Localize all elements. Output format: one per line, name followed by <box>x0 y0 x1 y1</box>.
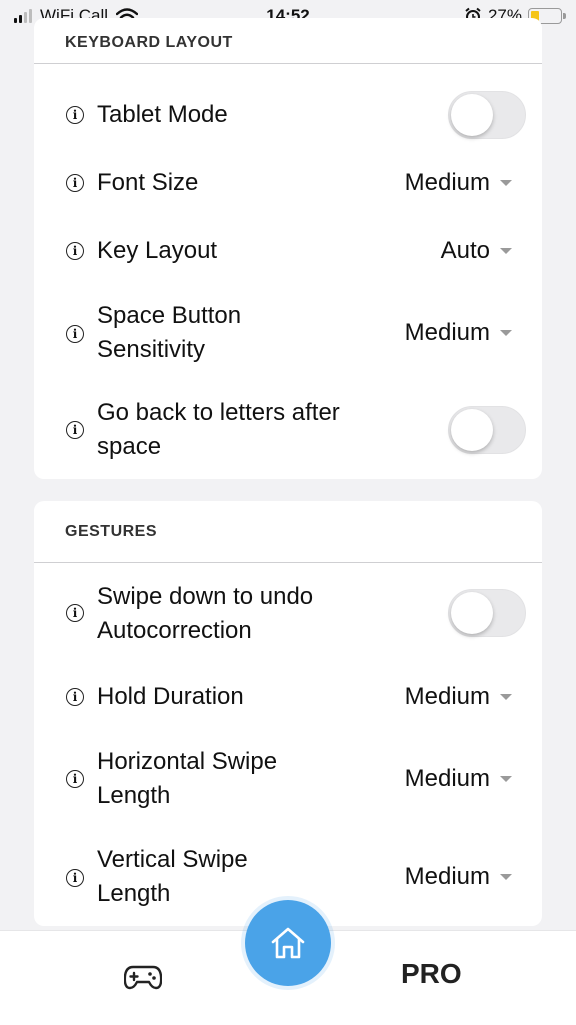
home-button[interactable] <box>245 900 331 986</box>
key-layout-select[interactable]: Auto <box>441 234 512 268</box>
back-to-letters-label: Go back to letters after space <box>97 396 340 464</box>
horizontal-swipe-label: Horizontal Swipe Length <box>97 745 277 813</box>
swipe-undo-label: Swipe down to undo Autocorrection <box>97 580 313 648</box>
chevron-down-icon <box>500 776 512 782</box>
info-icon[interactable]: i <box>66 174 84 192</box>
pro-tab[interactable]: PRO <box>401 958 462 990</box>
swipe-undo-label-line2: Autocorrection <box>97 617 252 644</box>
back-to-letters-row: i Go back to letters after space <box>34 382 542 479</box>
keyboard-layout-card: KEYBOARD LAYOUT i Tablet Mode i Font Siz… <box>34 18 542 479</box>
tablet-mode-toggle[interactable] <box>448 91 526 139</box>
info-icon[interactable]: i <box>66 770 84 788</box>
space-sensitivity-value: Medium <box>404 319 490 346</box>
chevron-down-icon <box>500 248 512 254</box>
info-icon[interactable]: i <box>66 688 84 706</box>
space-sensitivity-label-line2: Sensitivity <box>97 336 206 363</box>
swipe-undo-row: i Swipe down to undo Autocorrection <box>34 563 542 661</box>
info-icon[interactable]: i <box>66 604 84 622</box>
horizontal-swipe-label-line2: Length <box>97 782 171 809</box>
font-size-label: Font Size <box>97 169 199 196</box>
home-icon <box>271 927 305 959</box>
vertical-swipe-label: Vertical Swipe Length <box>97 843 248 911</box>
tablet-mode-row: i Tablet Mode <box>34 80 542 150</box>
hold-duration-select[interactable]: Medium <box>405 680 512 714</box>
key-layout-label: Key Layout <box>97 237 218 264</box>
font-size-value: Medium <box>404 169 490 196</box>
font-size-select[interactable]: Medium <box>405 166 512 200</box>
chevron-down-icon <box>500 180 512 186</box>
keyboard-layout-header: KEYBOARD LAYOUT <box>34 18 542 64</box>
vertical-swipe-select[interactable]: Medium <box>405 860 512 894</box>
hold-duration-value: Medium <box>404 683 490 710</box>
tablet-mode-label: Tablet Mode <box>97 101 228 128</box>
gestures-header: GESTURES <box>34 501 542 563</box>
swipe-undo-toggle[interactable] <box>448 589 526 637</box>
vertical-swipe-label-line1: Vertical Swipe <box>97 846 248 873</box>
gamepad-icon[interactable] <box>124 962 162 992</box>
info-icon[interactable]: i <box>66 242 84 260</box>
space-sensitivity-select[interactable]: Medium <box>405 316 512 350</box>
back-to-letters-label-line1: Go back to letters after <box>97 399 340 426</box>
space-sensitivity-row: i Space Button Sensitivity Medium <box>34 286 542 382</box>
chevron-down-icon <box>500 694 512 700</box>
vertical-swipe-label-line2: Length <box>97 880 171 907</box>
font-size-row: i Font Size Medium <box>34 150 542 218</box>
gestures-card: GESTURES i Swipe down to undo Autocorrec… <box>34 501 542 926</box>
hold-duration-row: i Hold Duration Medium <box>34 661 542 729</box>
space-sensitivity-label-line1: Space Button <box>97 302 242 329</box>
chevron-down-icon <box>500 330 512 336</box>
info-icon[interactable]: i <box>66 869 84 887</box>
horizontal-swipe-select[interactable]: Medium <box>405 762 512 796</box>
key-layout-value: Auto <box>440 237 490 264</box>
swipe-undo-label-line1: Swipe down to undo <box>97 583 314 610</box>
vertical-swipe-value: Medium <box>404 863 490 890</box>
hold-duration-label: Hold Duration <box>97 683 244 710</box>
back-to-letters-toggle[interactable] <box>448 406 526 454</box>
key-layout-row: i Key Layout Auto <box>34 218 542 286</box>
horizontal-swipe-value: Medium <box>404 765 490 792</box>
horizontal-swipe-row: i Horizontal Swipe Length Medium <box>34 729 542 827</box>
space-sensitivity-label: Space Button Sensitivity <box>97 299 241 367</box>
chevron-down-icon <box>500 874 512 880</box>
info-icon[interactable]: i <box>66 421 84 439</box>
back-to-letters-label-line2: space <box>97 433 162 460</box>
info-icon[interactable]: i <box>66 325 84 343</box>
info-icon[interactable]: i <box>66 106 84 124</box>
horizontal-swipe-label-line1: Horizontal Swipe <box>97 748 278 775</box>
